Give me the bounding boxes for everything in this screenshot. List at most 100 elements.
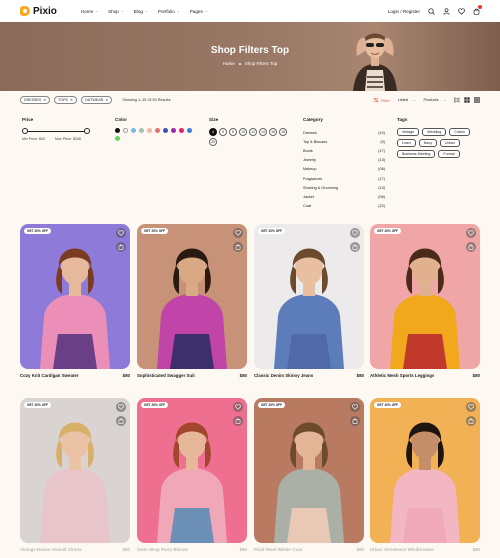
product-image[interactable]: GET 20% OFF [370,398,480,543]
sort-select[interactable]: Listed ⌄ [398,98,416,102]
product-image[interactable]: GET 20% OFF [137,398,247,543]
add-to-cart-button[interactable] [233,242,243,252]
grid-dense-view-icon[interactable] [474,97,480,103]
price-range-slider[interactable] [22,128,92,134]
category-item[interactable]: Shaving & Grooming (13) [303,183,385,192]
wishlist-button[interactable] [350,402,360,412]
color-swatch[interactable] [139,128,144,133]
color-swatch[interactable] [131,128,136,133]
product-card[interactable]: GET 20% OFF Athletic Mesh Sports Leggings… [370,224,480,378]
product-card[interactable]: GET 20% OFF Cozy Knit Cardigan Sweater $80 [20,224,130,378]
color-swatch[interactable] [123,128,128,133]
category-item[interactable]: Coat (22) [303,202,385,211]
range-max-handle[interactable] [84,128,91,134]
color-swatch[interactable] [171,128,176,133]
wishlist-button[interactable] [233,228,243,238]
list-view-icon[interactable] [454,97,460,103]
wishlist-button[interactable] [116,228,126,238]
product-card[interactable]: GET 20% OFF Urban Streetwear Windbreaker $… [370,398,480,552]
product-card[interactable]: GET 20% OFF Classic Denim Skinny Jeans $80 [254,224,364,378]
size-option[interactable]: 12 [249,128,257,136]
tag-item[interactable]: Navy [418,139,437,147]
logo[interactable]: Pixio [20,6,57,17]
color-swatch[interactable] [163,128,168,133]
add-to-cart-button[interactable] [350,416,360,426]
color-swatch[interactable] [115,128,120,133]
filter-chip-dresses[interactable]: DRESSES ✕ [20,96,51,104]
product-image[interactable]: GET 20% OFF [254,398,364,543]
product-name[interactable]: Athletic Mesh Sports Leggings [370,373,434,378]
tag-item[interactable]: Vintage [397,128,420,136]
add-to-cart-button[interactable] [233,416,243,426]
cart-icon[interactable] [472,5,482,15]
size-option[interactable]: 8 [229,128,237,136]
filter-chip-tops[interactable]: TOPS ✕ [54,96,77,104]
add-to-cart-button[interactable] [116,242,126,252]
close-icon[interactable]: ✕ [43,98,46,102]
nav-item-pages[interactable]: Pages ⌄ [190,9,208,14]
color-swatch[interactable] [155,128,160,133]
login-register-link[interactable]: Login / Register [388,9,420,14]
color-swatch[interactable] [179,128,184,133]
size-option[interactable]: 18 [279,128,287,136]
product-name[interactable]: Sophisticated Swagger Suit [137,373,195,378]
product-card[interactable]: GET 20% OFF Sophisticated Swagger Suit $80 [137,224,247,378]
size-option[interactable]: 6 [219,128,227,136]
search-icon[interactable] [427,7,435,15]
nav-item-blog[interactable]: Blog ⌄ [134,9,148,14]
heart-icon[interactable] [457,7,465,15]
category-item[interactable]: Top & Blouses (5) [303,137,385,146]
wishlist-button[interactable] [233,402,243,412]
size-option[interactable]: 4 [209,128,217,136]
product-name[interactable]: Classic Denim Skinny Jeans [254,373,313,378]
product-image[interactable]: GET 20% OFF [254,224,364,369]
product-card[interactable]: GET 20% OFF Vintage Denim Overall Shorts $… [20,398,130,552]
tag-item[interactable]: Cotton [449,128,470,136]
product-image[interactable]: GET 20% OFF [20,224,130,369]
wishlist-button[interactable] [466,402,476,412]
product-name[interactable]: Vintage Denim Overall Shorts [20,547,82,552]
tag-item[interactable]: Linen [397,139,416,147]
add-to-cart-button[interactable] [116,416,126,426]
tag-item[interactable]: Formal [438,150,460,158]
product-image[interactable]: GET 20% OFF [370,224,480,369]
close-icon[interactable]: ✕ [70,98,73,102]
add-to-cart-button[interactable] [466,416,476,426]
product-name[interactable]: Satin Wrap Party Blouse [137,547,188,552]
tag-item[interactable]: Business Meeting [397,150,436,158]
size-option[interactable]: 16 [269,128,277,136]
filter-button[interactable]: Filter [373,97,390,103]
product-image[interactable]: GET 20% OFF [20,398,130,543]
product-name[interactable]: Cozy Knit Cardigan Sweater [20,373,79,378]
size-option[interactable]: 20 [209,138,217,146]
size-option[interactable]: 14 [259,128,267,136]
category-item[interactable]: Jewelry (13) [303,156,385,165]
filter-chip-outwear[interactable]: OUTWEAR ✕ [80,96,113,104]
tag-item[interactable]: Wedding [422,128,447,136]
range-min-handle[interactable] [22,128,28,134]
user-icon[interactable] [442,7,450,15]
category-item[interactable]: Fragrances (17) [303,174,385,183]
nav-item-portfolio[interactable]: Portfolio ⌄ [158,9,180,14]
wishlist-button[interactable] [466,228,476,238]
product-image[interactable]: GET 20% OFF [137,224,247,369]
nav-item-home[interactable]: Home ⌄ [81,9,98,14]
category-item[interactable]: Boots (17) [303,146,385,155]
product-card[interactable]: GET 20% OFF Plaid Wool Winter Coat $80 [254,398,364,552]
product-card[interactable]: GET 20% OFF Satin Wrap Party Blouse $80 [137,398,247,552]
category-item[interactable]: Jacket (06) [303,192,385,201]
add-to-cart-button[interactable] [350,242,360,252]
product-name[interactable]: Urban Streetwear Windbreaker [370,547,434,552]
category-item[interactable]: Makeup (06) [303,165,385,174]
category-item[interactable]: Dresses (10) [303,128,385,137]
product-name[interactable]: Plaid Wool Winter Coat [254,547,302,552]
color-swatch[interactable] [115,136,120,141]
tag-item[interactable]: Urban [440,139,460,147]
color-swatch[interactable] [187,128,192,133]
color-swatch[interactable] [147,128,152,133]
grid-view-icon[interactable] [464,97,470,103]
size-option[interactable]: 10 [239,128,247,136]
products-per-page-select[interactable]: Products ⌄ [424,98,447,102]
wishlist-button[interactable] [350,228,360,238]
nav-item-shop[interactable]: Shop ⌄ [108,9,124,14]
